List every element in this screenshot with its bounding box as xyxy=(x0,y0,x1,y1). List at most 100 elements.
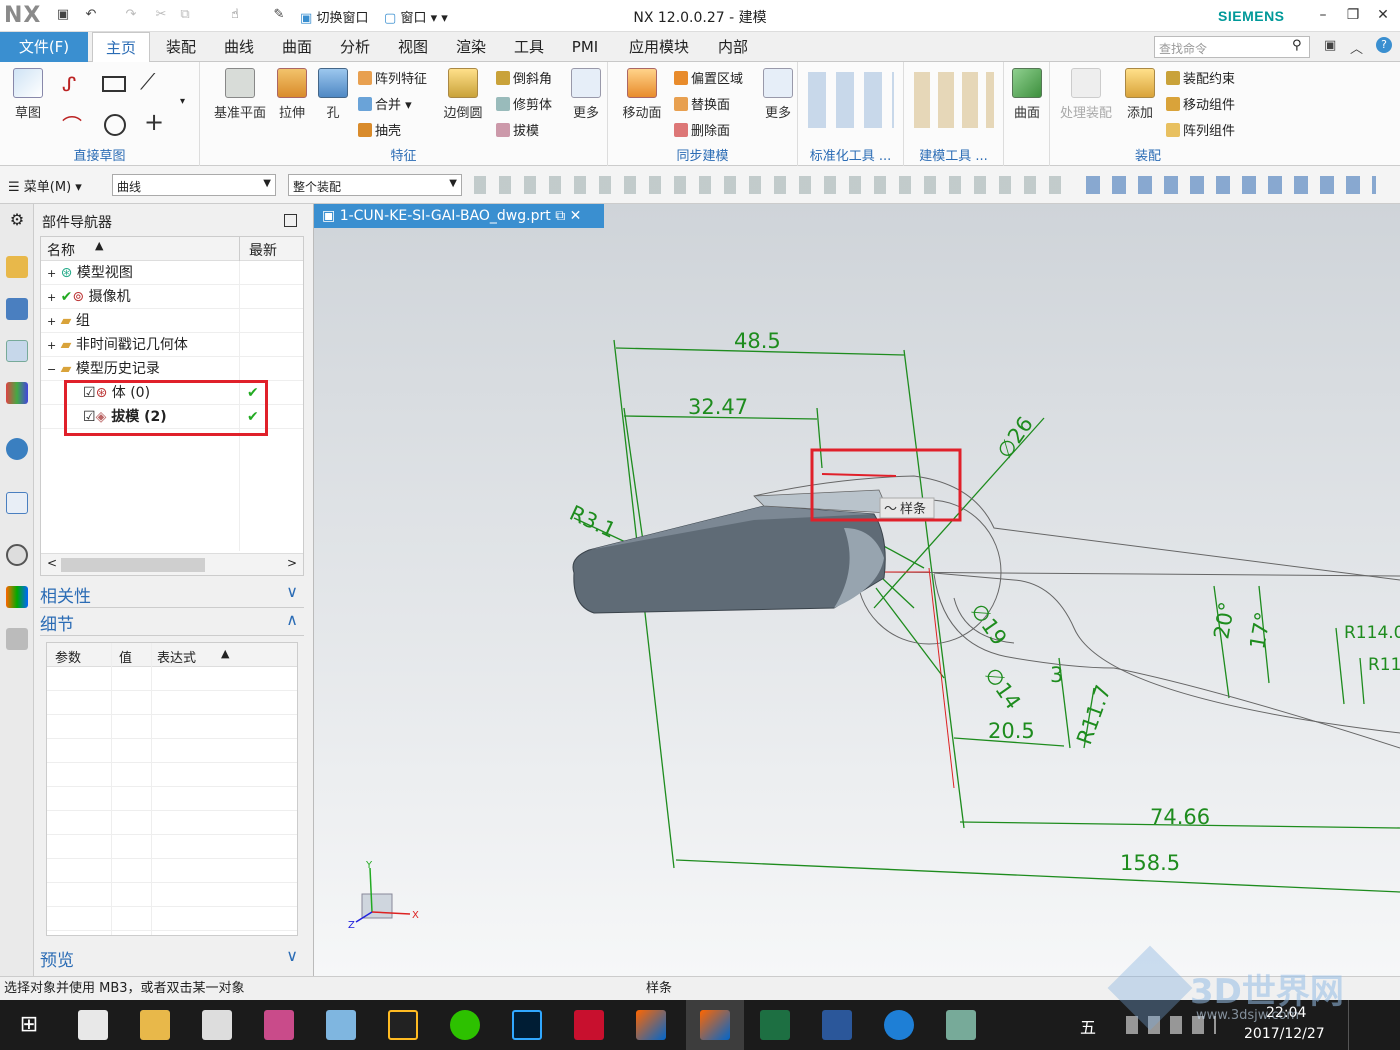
circle-icon[interactable] xyxy=(104,114,126,136)
search-icon[interactable]: ⚲ xyxy=(1292,38,1302,53)
rectangle-icon[interactable] xyxy=(102,76,126,92)
restore-button[interactable]: ❐ xyxy=(1338,4,1368,26)
feature-more-button[interactable]: 更多 xyxy=(568,68,604,121)
line-icon[interactable]: ⟋ xyxy=(140,70,155,95)
offset-region-button[interactable]: 偏置区域 xyxy=(674,68,743,87)
dim-length-mid[interactable]: 74.66 xyxy=(1150,805,1210,829)
delete-face-button[interactable]: 删除面 xyxy=(674,120,730,139)
repeat-command-icon[interactable]: ✎ xyxy=(270,6,288,24)
chevron-down-icon[interactable]: ∨ xyxy=(286,582,298,601)
dim-gap[interactable]: 3 xyxy=(1050,663,1063,687)
qq-icon[interactable] xyxy=(388,1010,418,1040)
dim-angle-20[interactable]: 20° xyxy=(1209,600,1239,641)
dim-length-total[interactable]: 158.5 xyxy=(1120,851,1180,875)
scroll-right-icon[interactable]: > xyxy=(287,556,297,570)
trim-body-button[interactable]: 修剪体 xyxy=(496,94,552,113)
history-icon[interactable] xyxy=(6,544,28,566)
switch-window-button[interactable]: ▣ 切换窗口 xyxy=(300,7,368,26)
add-component-button[interactable]: 添加 xyxy=(1120,68,1160,121)
excel-icon[interactable] xyxy=(760,1010,790,1040)
shell-button[interactable]: 抽壳 xyxy=(358,120,401,139)
modeling-tools-icons[interactable] xyxy=(914,72,994,128)
dim-width-partial[interactable]: 32.47 xyxy=(688,395,748,419)
tab-curve[interactable]: 曲线 xyxy=(214,32,264,62)
tree-item-model-views[interactable]: + ⊛ 模型视图 xyxy=(41,261,303,285)
autocad-icon[interactable] xyxy=(574,1010,604,1040)
dependencies-section[interactable]: 相关性 ∨ xyxy=(40,582,304,608)
nx-taskbar-icon[interactable] xyxy=(636,1010,666,1040)
document-tab[interactable]: ▣ 1-CUN-KE-SI-GAI-BAO_dwg.prt ⧉ ✕ xyxy=(314,204,604,228)
word-icon[interactable] xyxy=(822,1010,852,1040)
cut-icon[interactable]: ✂ xyxy=(152,6,170,24)
close-tab-icon[interactable]: ⧉ ✕ xyxy=(555,208,581,224)
dim-radius-second[interactable]: R11 xyxy=(1368,655,1400,675)
file-explorer-icon[interactable] xyxy=(140,1010,170,1040)
surface-button[interactable]: 曲面 xyxy=(1010,68,1044,121)
dim-radius-large[interactable]: R114.0 xyxy=(1344,623,1400,643)
web-browser-icon[interactable] xyxy=(6,492,28,514)
tab-home[interactable]: 主页 xyxy=(92,32,150,62)
sync-more-button[interactable]: 更多 xyxy=(760,68,796,121)
dim-angle-17[interactable]: 17° xyxy=(1245,610,1275,651)
reuse-library-icon[interactable] xyxy=(6,382,28,404)
copy-icon[interactable]: ⧉ xyxy=(176,6,194,24)
tab-assembly[interactable]: 装配 xyxy=(156,32,206,62)
save-icon[interactable]: ▣ xyxy=(54,6,72,24)
dim-offset[interactable]: 20.5 xyxy=(988,719,1035,743)
profile-icon[interactable]: ᔑ xyxy=(62,72,76,96)
tab-render[interactable]: 渲染 xyxy=(446,32,496,62)
type-filter-select[interactable]: 曲线 ▼ xyxy=(112,174,276,196)
details-section[interactable]: 细节 ∧ xyxy=(40,610,304,636)
nx-active-icon[interactable] xyxy=(700,1010,730,1040)
dim-diameter-outer[interactable]: ∅26 xyxy=(992,412,1037,463)
chevron-up-icon[interactable]: ∧ xyxy=(286,610,298,629)
hole-button[interactable]: 孔 xyxy=(318,68,348,121)
close-button[interactable]: ✕ xyxy=(1368,4,1398,26)
windows-start-icon[interactable]: ⊞ xyxy=(14,1010,44,1040)
column-parameter[interactable]: 参数 xyxy=(55,647,81,666)
help-icon[interactable]: ? xyxy=(1376,37,1392,53)
tab-tools[interactable]: 工具 xyxy=(504,32,554,62)
graphics-window[interactable]: ▣ 1-CUN-KE-SI-GAI-BAO_dwg.prt ⧉ ✕ 48.5 3… xyxy=(314,204,1400,976)
pattern-feature-button[interactable]: 阵列特征 xyxy=(358,68,427,87)
replace-face-button[interactable]: 替换面 xyxy=(674,94,730,113)
edge-icon[interactable] xyxy=(884,1010,914,1040)
draft-button[interactable]: 拔模 xyxy=(496,120,539,139)
photoshop-icon[interactable] xyxy=(512,1010,542,1040)
chamfer-button[interactable]: 倒斜角 xyxy=(496,68,552,87)
window-menu-button[interactable]: ▢ 窗口 ▾ ▾ xyxy=(384,7,448,26)
calculator-icon[interactable] xyxy=(202,1010,232,1040)
tree-item-unused-items[interactable]: + ▰ 非时间戳记几何体 xyxy=(41,333,303,357)
tab-view[interactable]: 视图 xyxy=(388,32,438,62)
unite-button[interactable]: 合并 ▾ xyxy=(358,94,412,113)
ime-indicator[interactable]: 五 xyxy=(1080,1014,1096,1038)
preview-section[interactable]: 预览 ∨ xyxy=(40,946,304,972)
settings-icon[interactable]: ⚙ xyxy=(6,210,28,232)
part-navigator-icon[interactable] xyxy=(6,340,28,362)
column-value[interactable]: 值 xyxy=(119,647,132,666)
column-expression[interactable]: 表达式 xyxy=(157,647,196,666)
arc-icon[interactable]: ⌒ xyxy=(62,110,82,139)
tab-file[interactable]: 文件(F) xyxy=(0,32,88,62)
datum-plane-button[interactable]: 基准平面 xyxy=(210,68,270,121)
assembly-navigator-icon[interactable] xyxy=(6,256,28,278)
dim-radius-fillet[interactable]: R11.7 xyxy=(1072,682,1116,748)
dim-diameter-inner[interactable]: ∅14 xyxy=(980,663,1025,714)
extrude-button[interactable]: 拉伸 xyxy=(272,68,312,121)
menu-button[interactable]: ☰ 菜单(M) ▾ xyxy=(8,176,82,195)
move-face-button[interactable]: 移动面 xyxy=(618,68,666,121)
paint-palette-icon[interactable] xyxy=(946,1010,976,1040)
undo-icon[interactable]: ↶ xyxy=(82,6,100,24)
tab-surface[interactable]: 曲面 xyxy=(272,32,322,62)
chevron-down-icon[interactable]: ∨ xyxy=(286,946,298,965)
wechat-icon[interactable] xyxy=(450,1010,480,1040)
system-materials-icon[interactable] xyxy=(6,586,28,608)
sketch-gallery-arrow[interactable]: ▾ xyxy=(180,96,185,107)
horizontal-scrollbar[interactable]: < > xyxy=(41,553,303,575)
scroll-left-icon[interactable]: < xyxy=(47,556,57,570)
collapse-ribbon-icon[interactable]: ︿ xyxy=(1350,38,1363,57)
standard-tools-icons[interactable] xyxy=(808,72,894,128)
column-latest[interactable]: 最新 xyxy=(249,240,277,260)
dim-radius-tip[interactable]: R3.1 xyxy=(566,501,620,543)
tree-item-groups[interactable]: + ▰ 组 xyxy=(41,309,303,333)
